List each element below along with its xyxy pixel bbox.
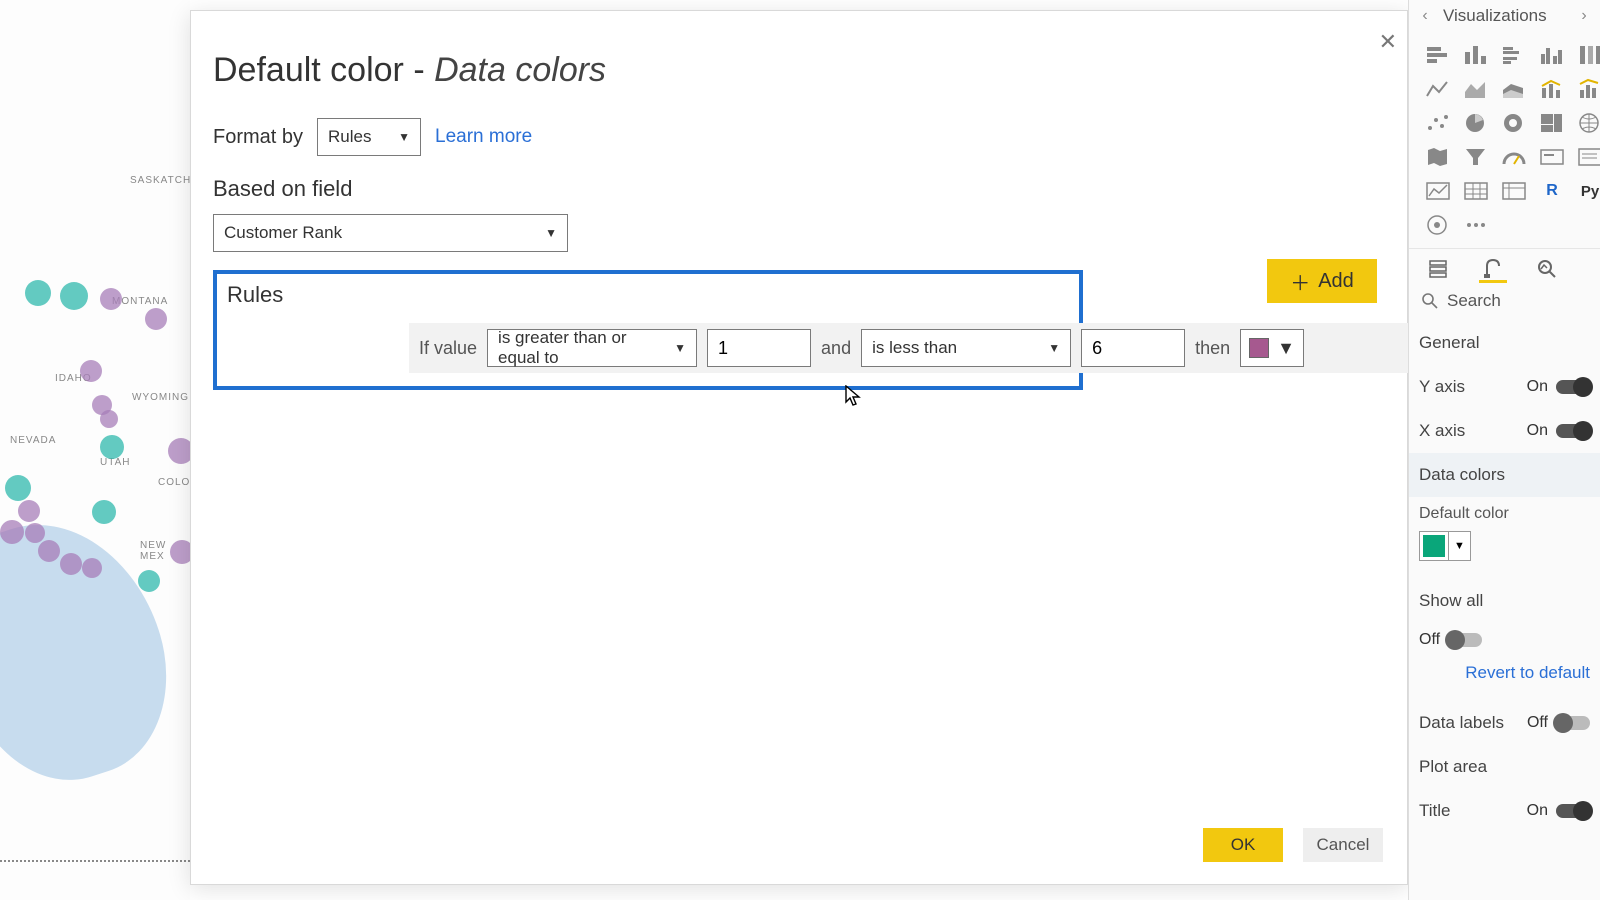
map-icon[interactable] [1575, 110, 1600, 136]
then-label: then [1195, 338, 1230, 359]
stacked-column-icon[interactable] [1461, 42, 1491, 68]
value2-input[interactable] [1081, 329, 1185, 367]
map-background: SASKATCH MONTANA IDAHO WYOMING NEVADA UT… [0, 0, 190, 900]
visualization-type-grid: R Py [1409, 32, 1600, 248]
clustered-bar-icon[interactable] [1499, 42, 1529, 68]
default-color-label: Default color [1419, 505, 1590, 523]
show-all-toggle[interactable]: Off [1419, 631, 1482, 649]
general-section[interactable]: General [1419, 321, 1590, 365]
clustered-column-icon[interactable] [1537, 42, 1567, 68]
multirow-card-icon[interactable] [1575, 144, 1600, 170]
more-visuals-icon[interactable] [1461, 212, 1491, 238]
scatter-icon[interactable] [1423, 110, 1453, 136]
title-toggle[interactable]: On [1527, 802, 1590, 820]
treemap-icon[interactable] [1537, 110, 1567, 136]
default-color-swatch-icon [1423, 535, 1445, 557]
and-label: and [821, 338, 851, 359]
combo-chart-icon[interactable] [1537, 76, 1567, 102]
stacked-bar-icon[interactable] [1423, 42, 1453, 68]
data-colors-section[interactable]: Data colors [1409, 453, 1600, 497]
data-labels-toggle[interactable]: Off [1527, 714, 1590, 732]
if-value-label: If value [419, 338, 477, 359]
revert-to-default-link[interactable]: Revert to default [1409, 657, 1600, 697]
table-icon[interactable] [1461, 178, 1491, 204]
cancel-button[interactable]: Cancel [1303, 828, 1383, 862]
stacked-area-icon[interactable] [1499, 76, 1529, 102]
chevron-down-icon: ▼ [1448, 532, 1470, 560]
map-label: WYOMING [132, 392, 189, 403]
python-visual-icon[interactable]: Py [1575, 178, 1600, 204]
add-rule-button[interactable]: ＋ Add [1267, 259, 1377, 303]
area-chart-icon[interactable] [1461, 76, 1491, 102]
x-axis-section[interactable]: X axis On [1419, 409, 1590, 453]
operator1-select[interactable]: is greater than or equal to▼ [487, 329, 697, 367]
funnel-icon[interactable] [1461, 144, 1491, 170]
gauge-icon[interactable] [1499, 144, 1529, 170]
map-label: SASKATCH [130, 175, 190, 186]
show-all-toggle-row: Off [1419, 623, 1590, 657]
fields-tab-icon[interactable] [1425, 255, 1453, 283]
pane-collapse-right-icon[interactable]: › [1572, 7, 1596, 25]
pane-collapse-left-icon[interactable]: ‹ [1413, 7, 1437, 25]
kpi-icon[interactable] [1423, 178, 1453, 204]
format-by-label: Format by [213, 126, 303, 149]
line-chart-icon[interactable] [1423, 76, 1453, 102]
dialog-title: Default color - Data colors [213, 51, 1385, 90]
rules-heading: Rules [227, 282, 1069, 308]
combo-chart2-icon[interactable] [1575, 76, 1600, 102]
format-tab-icon[interactable] [1479, 255, 1507, 283]
visualizations-pane: ‹ Visualizations › R Py [1408, 0, 1600, 900]
learn-more-link[interactable]: Learn more [435, 126, 532, 148]
filled-map-icon[interactable] [1423, 144, 1453, 170]
data-labels-section[interactable]: Data labels Off [1419, 701, 1590, 745]
operator2-select[interactable]: is less than▼ [861, 329, 1071, 367]
matrix-icon[interactable] [1499, 178, 1529, 204]
x-axis-toggle[interactable]: On [1527, 422, 1590, 440]
based-on-field-select[interactable]: Customer Rank▼ [213, 214, 568, 252]
map-label: NEVADA [10, 435, 56, 446]
rule-row: If value is greater than or equal to▼ an… [409, 323, 1557, 373]
based-on-field-label: Based on field [213, 176, 1385, 202]
card-icon[interactable] [1537, 144, 1567, 170]
value1-input[interactable] [707, 329, 811, 367]
search-input[interactable]: Search [1409, 285, 1600, 317]
show-all-section[interactable]: Show all [1419, 579, 1590, 623]
arcgis-icon[interactable] [1423, 212, 1453, 238]
plot-area-section[interactable]: Plot area [1419, 745, 1590, 789]
search-icon [1421, 292, 1439, 310]
format-by-select[interactable]: Rules▼ [317, 118, 421, 156]
default-color-picker[interactable]: ▼ [1419, 531, 1471, 561]
title-section[interactable]: Title On [1419, 789, 1590, 833]
y-axis-section[interactable]: Y axis On [1419, 365, 1590, 409]
conditional-formatting-dialog: ✕ Default color - Data colors Format by … [190, 10, 1408, 885]
rule-color-picker[interactable]: ▼ [1240, 329, 1304, 367]
map-label: COLOR [158, 477, 190, 488]
ok-button[interactable]: OK [1203, 828, 1283, 862]
plus-icon: ＋ [1290, 267, 1310, 296]
hundred-stacked-column-icon[interactable] [1575, 42, 1600, 68]
donut-icon[interactable] [1499, 110, 1529, 136]
analytics-tab-icon[interactable] [1533, 255, 1561, 283]
y-axis-toggle[interactable]: On [1527, 378, 1590, 396]
map-label: UTAH [100, 457, 130, 468]
color-swatch-icon [1249, 338, 1269, 358]
r-visual-icon[interactable]: R [1537, 178, 1567, 204]
pie-icon[interactable] [1461, 110, 1491, 136]
